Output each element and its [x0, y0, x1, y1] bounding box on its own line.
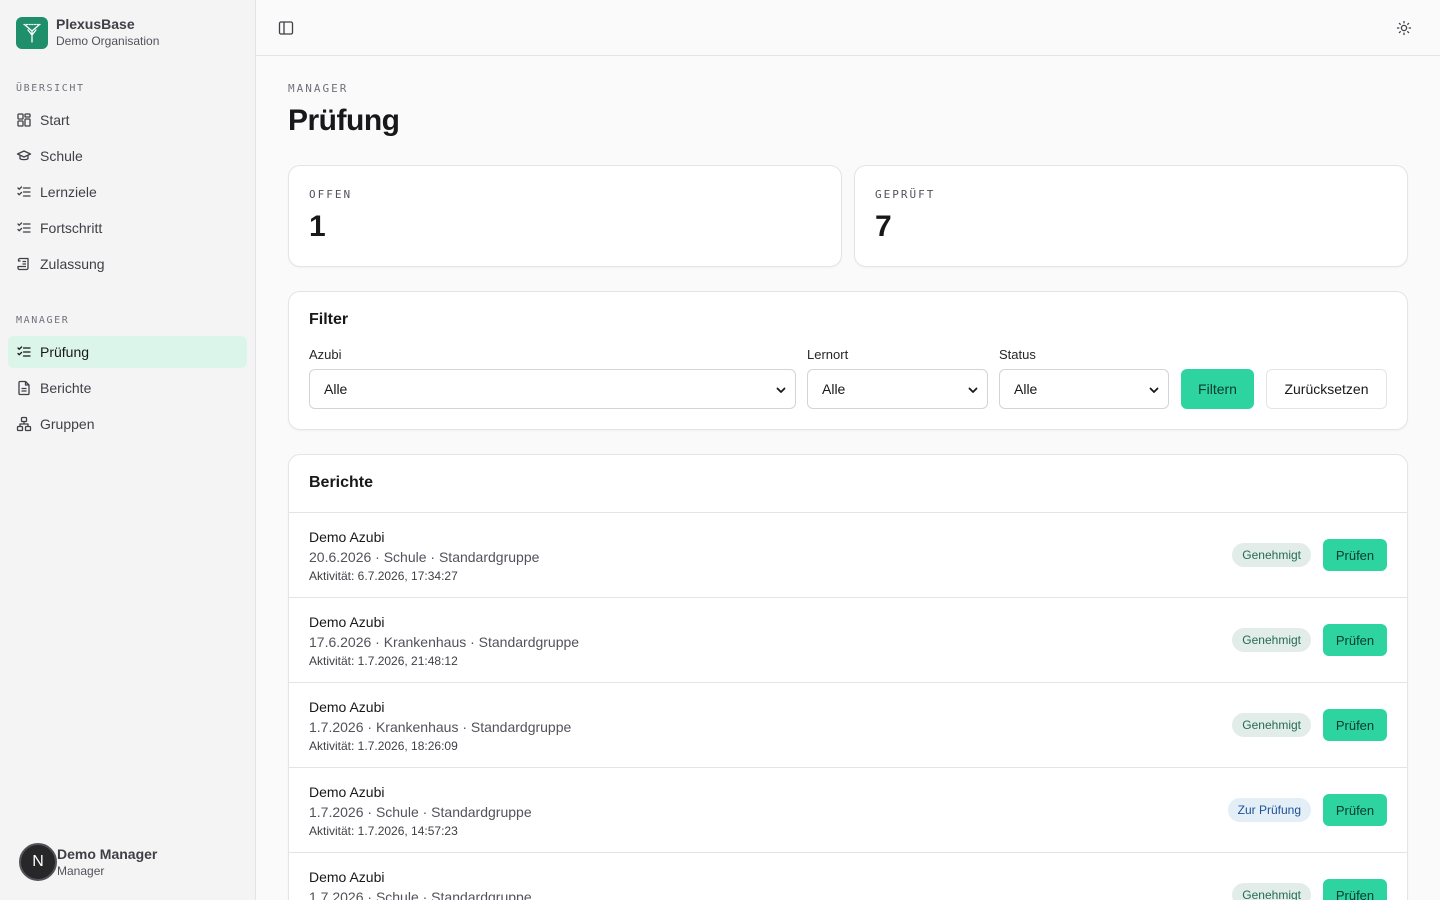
sidebar-item-label: Fortschritt [40, 220, 103, 236]
filter-title: Filter [309, 311, 349, 328]
page-title: Prüfung [288, 104, 400, 137]
user-name: Demo Manager [57, 846, 158, 862]
sidebar-item-label: Zulassung [40, 256, 105, 272]
list-checks-icon [17, 222, 31, 233]
status-badge: Genehmigt [1232, 883, 1311, 900]
user-role: Manager [57, 864, 105, 878]
report-meta: 1.7.2026 · Schule · Standardgruppe [309, 804, 532, 820]
section-label-manager: MANAGER [16, 315, 70, 326]
report-meta: 1.7.2026 · Krankenhaus · Standardgruppe [309, 719, 572, 735]
report-trainee-name: Demo Azubi [309, 614, 385, 630]
status-badge: Genehmigt [1232, 713, 1311, 737]
sidebar-item-pruefung[interactable]: Prüfung [8, 336, 247, 368]
list-item: Demo Azubi 20.6.2026 · Schule · Standard… [289, 512, 1407, 597]
review-button[interactable]: Prüfen [1323, 539, 1387, 571]
report-meta: 17.6.2026 · Krankenhaus · Standardgruppe [309, 634, 580, 650]
reports-title: Berichte [309, 474, 374, 491]
theme-toggle-button[interactable] [1390, 14, 1418, 42]
review-button[interactable]: Prüfen [1323, 794, 1387, 826]
chevron-down-icon [776, 387, 786, 393]
status-select-value: Alle [1014, 381, 1038, 397]
sidebar-item-berichte[interactable]: Berichte [8, 372, 247, 404]
status-label: Status [999, 347, 1036, 362]
report-activity: Aktivität: 6.7.2026, 17:34:27 [309, 569, 458, 583]
reset-button[interactable]: Zurücksetzen [1266, 369, 1387, 409]
scroll-icon [17, 257, 29, 271]
chevron-down-icon [1149, 387, 1159, 393]
list-checks-icon [17, 346, 31, 357]
sidebar-item-label: Berichte [40, 380, 92, 396]
stat-label: GEPRÜFT [875, 188, 936, 201]
list-checks-icon [17, 186, 31, 197]
report-activity: Aktivität: 1.7.2026, 14:57:23 [309, 824, 458, 838]
report-meta: 1.7.2026 · Schule · Standardgruppe [309, 889, 532, 900]
report-trainee-name: Demo Azubi [309, 784, 385, 800]
list-item: Demo Azubi 17.6.2026 · Krankenhaus · Sta… [289, 597, 1407, 682]
sidebar: PlexusBase Demo Organisation ÜBERSICHT S… [0, 0, 256, 900]
reports-card: Berichte Demo Azubi 20.6.2026 · Schule ·… [288, 454, 1408, 900]
lernort-select-value: Alle [822, 381, 846, 397]
status-select[interactable]: Alle [999, 369, 1169, 409]
report-trainee-name: Demo Azubi [309, 699, 385, 715]
organisation-name: Demo Organisation [56, 34, 160, 48]
list-item: Demo Azubi 1.7.2026 · Schule · Standardg… [289, 767, 1407, 852]
sidebar-item-schule[interactable]: Schule [8, 140, 247, 172]
azubi-label: Azubi [309, 347, 342, 362]
list-item: Demo Azubi 1.7.2026 · Krankenhaus · Stan… [289, 682, 1407, 767]
review-button[interactable]: Prüfen [1323, 879, 1387, 900]
report-activity: Aktivität: 1.7.2026, 18:26:09 [309, 739, 458, 753]
dashboard-icon [17, 113, 31, 127]
report-meta: 20.6.2026 · Schule · Standardgruppe [309, 549, 540, 565]
sidebar-item-fortschritt[interactable]: Fortschritt [8, 212, 247, 244]
stat-value: 7 [875, 210, 892, 243]
panel-left-icon [278, 21, 294, 35]
sidebar-item-start[interactable]: Start [8, 104, 247, 136]
filter-card: Filter Azubi Alle Lernort Alle Status Al… [288, 291, 1408, 430]
sun-icon [1396, 20, 1412, 36]
section-label-overview: ÜBERSICHT [16, 83, 85, 94]
report-trainee-name: Demo Azubi [309, 869, 385, 885]
top-bar [256, 0, 1440, 56]
stat-value: 1 [309, 210, 326, 243]
review-button[interactable]: Prüfen [1323, 709, 1387, 741]
lernort-label: Lernort [807, 347, 849, 362]
page-eyebrow: MANAGER [288, 82, 349, 95]
stat-card-open: OFFEN 1 [288, 165, 842, 267]
sidebar-item-label: Start [40, 112, 70, 128]
brand[interactable]: PlexusBase Demo Organisation [16, 16, 159, 49]
stat-label: OFFEN [309, 188, 353, 201]
graduation-cap-icon [16, 150, 32, 161]
azubi-select-value: Alle [324, 381, 348, 397]
chevron-down-icon [968, 387, 978, 393]
file-text-icon [18, 380, 30, 396]
report-activity: Aktivität: 1.7.2026, 21:48:12 [309, 654, 458, 668]
report-trainee-name: Demo Azubi [309, 529, 385, 545]
status-badge: Genehmigt [1232, 628, 1311, 652]
sidebar-item-label: Schule [40, 148, 83, 164]
sidebar-item-label: Lernziele [40, 184, 97, 200]
user-menu[interactable]: N Demo Manager Manager [19, 843, 157, 881]
sidebar-item-label: Gruppen [40, 416, 95, 432]
tree-logo-icon [16, 16, 48, 49]
review-button[interactable]: Prüfen [1323, 624, 1387, 656]
sidebar-item-lernziele[interactable]: Lernziele [8, 176, 247, 208]
status-badge: Zur Prüfung [1227, 798, 1311, 822]
stat-card-reviewed: GEPRÜFT 7 [854, 165, 1408, 267]
sidebar-toggle-button[interactable] [272, 14, 300, 42]
sidebar-item-gruppen[interactable]: Gruppen [8, 408, 247, 440]
reports-list: Demo Azubi 20.6.2026 · Schule · Standard… [289, 512, 1407, 900]
avatar: N [19, 843, 57, 881]
filter-button[interactable]: Filtern [1181, 369, 1254, 409]
sidebar-item-label: Prüfung [40, 344, 90, 360]
brand-name: PlexusBase [56, 16, 135, 32]
network-icon [16, 416, 32, 432]
list-item: Demo Azubi 1.7.2026 · Schule · Standardg… [289, 852, 1407, 900]
sidebar-item-zulassung[interactable]: Zulassung [8, 248, 247, 280]
lernort-select[interactable]: Alle [807, 369, 988, 409]
azubi-select[interactable]: Alle [309, 369, 796, 409]
status-badge: Genehmigt [1232, 543, 1311, 567]
